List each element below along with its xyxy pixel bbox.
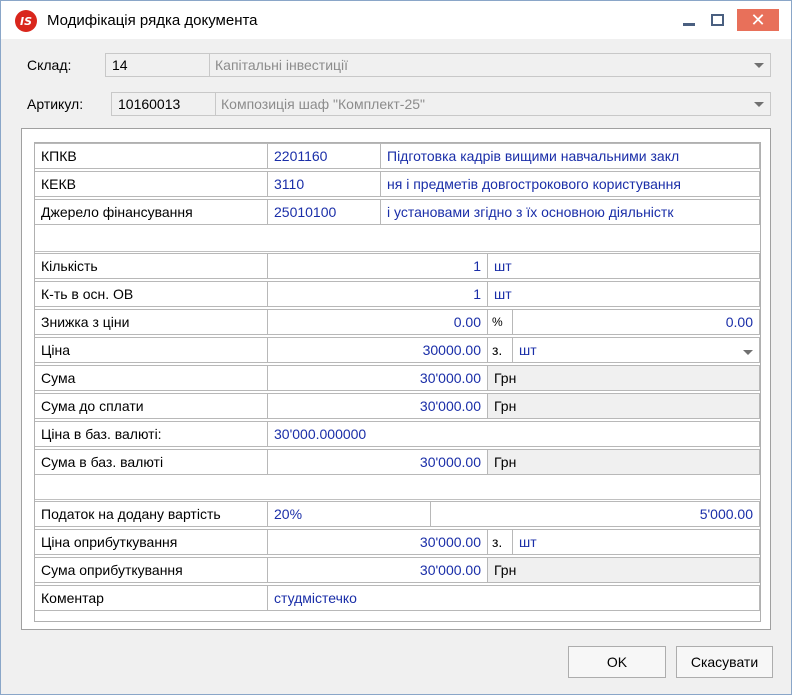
suma-splaty-field[interactable]: 30'000.00 xyxy=(267,393,488,419)
suma-field[interactable]: 30'000.00 xyxy=(267,365,488,391)
ok-button[interactable]: OK xyxy=(568,646,666,678)
tsina-per: з. xyxy=(487,337,513,363)
sklad-label: Склад: xyxy=(27,57,72,73)
kekv-code-field[interactable]: 3110 xyxy=(267,171,381,197)
suma-opryb-field[interactable]: 30'000.00 xyxy=(267,557,488,583)
title-bar[interactable]: IS Модифікація рядка документа ✕ xyxy=(1,1,791,39)
suma-splaty-unit: Грн xyxy=(487,393,760,419)
close-icon: ✕ xyxy=(750,9,766,30)
artykul-select[interactable]: 10160013 Композиція шаф "Комплект-25" xyxy=(111,92,771,116)
close-button[interactable]: ✕ xyxy=(737,9,779,31)
tsina-opryb-per: з. xyxy=(487,529,513,555)
pdv-rate-field[interactable]: 20% xyxy=(267,501,431,527)
sklad-code: 14 xyxy=(106,54,210,76)
suma-opryb-label: Сума оприбуткування xyxy=(35,557,268,583)
dzherelo-label: Джерело фінансування xyxy=(35,199,268,225)
tsina-opryb-label: Ціна оприбуткування xyxy=(35,529,268,555)
cancel-button[interactable]: Скасувати xyxy=(676,646,773,678)
suma-splaty-label: Сума до сплати xyxy=(35,393,268,419)
znyzhka-value2-field[interactable]: 0.00 xyxy=(512,309,760,335)
suma-label: Сума xyxy=(35,365,268,391)
tsina-opryb-field[interactable]: 30'000.00 xyxy=(267,529,488,555)
chevron-down-icon[interactable] xyxy=(748,101,770,107)
kt-osn-unit[interactable]: шт xyxy=(487,281,760,307)
kt-osn-label: К-ть в осн. ОВ xyxy=(35,281,268,307)
artykul-code: 10160013 xyxy=(112,93,216,115)
maximize-button[interactable] xyxy=(703,9,731,31)
suma-baz-unit: Грн xyxy=(487,449,760,475)
suma-unit: Грн xyxy=(487,365,760,391)
window-title: Модифікація рядка документа xyxy=(47,12,258,29)
tsina-unit-select[interactable]: шт xyxy=(512,337,760,363)
znyzhka-field[interactable]: 0.00 xyxy=(267,309,488,335)
artykul-label: Артикул: xyxy=(27,96,84,112)
kpkv-desc-field[interactable]: Підготовка кадрів вищими навчальними зак… xyxy=(380,143,760,169)
pdv-amount-field[interactable]: 5'000.00 xyxy=(430,501,760,527)
kpkv-code-field[interactable]: 2201160 xyxy=(267,143,381,169)
dialog-window: IS Модифікація рядка документа ✕ Склад: … xyxy=(0,0,792,695)
suma-opryb-unit: Грн xyxy=(487,557,760,583)
details-grid: КПКВ 2201160 Підготовка кадрів вищими на… xyxy=(34,142,761,622)
znyzhka-label: Знижка з ціни xyxy=(35,309,268,335)
tsina-unit-value: шт xyxy=(519,342,537,358)
tsina-label: Ціна xyxy=(35,337,268,363)
dzherelo-desc-field[interactable]: і установами згідно з їх основною діяльн… xyxy=(380,199,760,225)
details-panel: КПКВ 2201160 Підготовка кадрів вищими на… xyxy=(21,128,771,630)
tsina-field[interactable]: 30000.00 xyxy=(267,337,488,363)
suma-baz-label: Сума в баз. валюті xyxy=(35,449,268,475)
suma-baz-field[interactable]: 30'000.00 xyxy=(267,449,488,475)
maximize-icon xyxy=(710,14,724,26)
kekv-desc-field[interactable]: ня і предметів довгострокового користува… xyxy=(380,171,760,197)
kilkist-label: Кількість xyxy=(35,253,268,279)
sklad-select[interactable]: 14 Капітальні інвестиції xyxy=(105,53,771,77)
minimize-icon xyxy=(683,22,695,26)
kt-osn-field[interactable]: 1 xyxy=(267,281,488,307)
artykul-name: Композиція шаф "Комплект-25" xyxy=(221,96,426,112)
minimize-button[interactable] xyxy=(675,9,703,31)
divider xyxy=(35,499,760,500)
tsina-baz-field[interactable]: 30'000.000000 xyxy=(267,421,760,447)
divider xyxy=(35,251,760,252)
tsina-opryb-unit[interactable]: шт xyxy=(512,529,760,555)
kilkist-field[interactable]: 1 xyxy=(267,253,488,279)
kpkv-label: КПКВ xyxy=(35,143,268,169)
sklad-name: Капітальні інвестиції xyxy=(215,57,349,73)
kekv-label: КЕКВ xyxy=(35,171,268,197)
komentar-label: Коментар xyxy=(35,585,268,611)
chevron-down-icon[interactable] xyxy=(748,62,770,68)
kilkist-unit[interactable]: шт xyxy=(487,253,760,279)
tsina-baz-label: Ціна в баз. валюті: xyxy=(35,421,268,447)
app-logo-icon: IS xyxy=(15,10,37,32)
dzherelo-code-field[interactable]: 25010100 xyxy=(267,199,381,225)
znyzhka-percent: % xyxy=(487,309,513,335)
chevron-down-icon[interactable] xyxy=(743,342,753,358)
pdv-label: Податок на додану вартість xyxy=(35,501,268,527)
komentar-field[interactable]: студмістечко xyxy=(267,585,760,611)
